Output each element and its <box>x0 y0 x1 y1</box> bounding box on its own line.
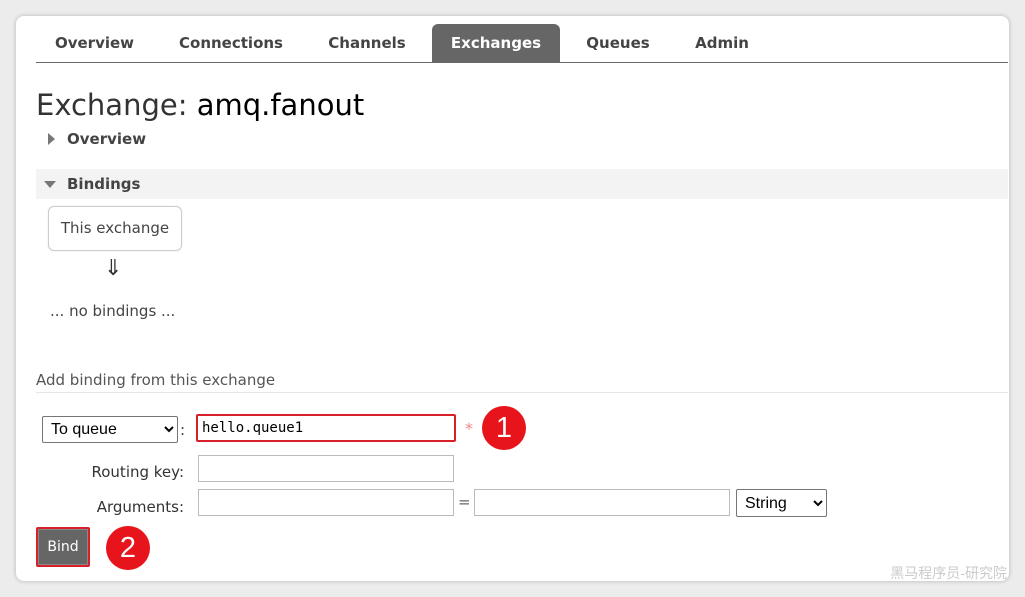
section-overview-label: Overview <box>67 130 147 148</box>
add-binding-heading: Add binding from this exchange <box>36 371 1008 393</box>
equals-sign: = <box>458 493 471 511</box>
destination-colon: : <box>180 421 186 439</box>
argument-type-select[interactable]: String <box>736 489 827 517</box>
caret-right-icon <box>48 133 55 145</box>
arguments-label: Arguments: <box>96 498 184 516</box>
no-bindings-text: ... no bindings ... <box>50 302 176 320</box>
required-asterisk: * <box>465 419 473 438</box>
routing-key-input[interactable] <box>198 455 454 482</box>
section-bindings-toggle[interactable]: Bindings <box>36 169 1008 199</box>
tab-exchanges[interactable]: Exchanges <box>432 24 560 62</box>
bind-button[interactable]: Bind <box>36 527 90 567</box>
main-nav: Overview Connections Channels Exchanges … <box>36 24 1008 63</box>
section-bindings-label: Bindings <box>67 175 141 193</box>
tab-admin[interactable]: Admin <box>674 24 770 62</box>
tab-connections[interactable]: Connections <box>161 24 301 62</box>
page-card: Overview Connections Channels Exchanges … <box>16 16 1009 581</box>
tab-queues[interactable]: Queues <box>567 24 669 62</box>
double-arrow-down-icon: ⇓ <box>104 256 123 281</box>
tab-overview[interactable]: Overview <box>36 24 153 62</box>
caret-down-icon <box>44 181 56 188</box>
section-overview-toggle[interactable]: Overview <box>36 124 336 154</box>
tab-channels[interactable]: Channels <box>306 24 428 62</box>
argument-key-input[interactable] <box>198 489 454 516</box>
routing-key-label: Routing key: <box>91 463 185 481</box>
argument-value-input[interactable] <box>474 489 730 516</box>
exchange-name: amq.fanout <box>196 88 365 122</box>
page-title: Exchange: amq.fanout <box>36 88 364 122</box>
watermark: 黑马程序员-研究院 <box>890 566 1007 582</box>
annotation-marker-2: 2 <box>106 526 150 570</box>
page-title-prefix: Exchange: <box>36 88 188 122</box>
destination-type-select[interactable]: To queue <box>42 416 178 443</box>
this-exchange-box: This exchange <box>48 206 182 251</box>
annotation-marker-1: 1 <box>482 406 526 450</box>
destination-queue-input[interactable] <box>196 414 456 442</box>
